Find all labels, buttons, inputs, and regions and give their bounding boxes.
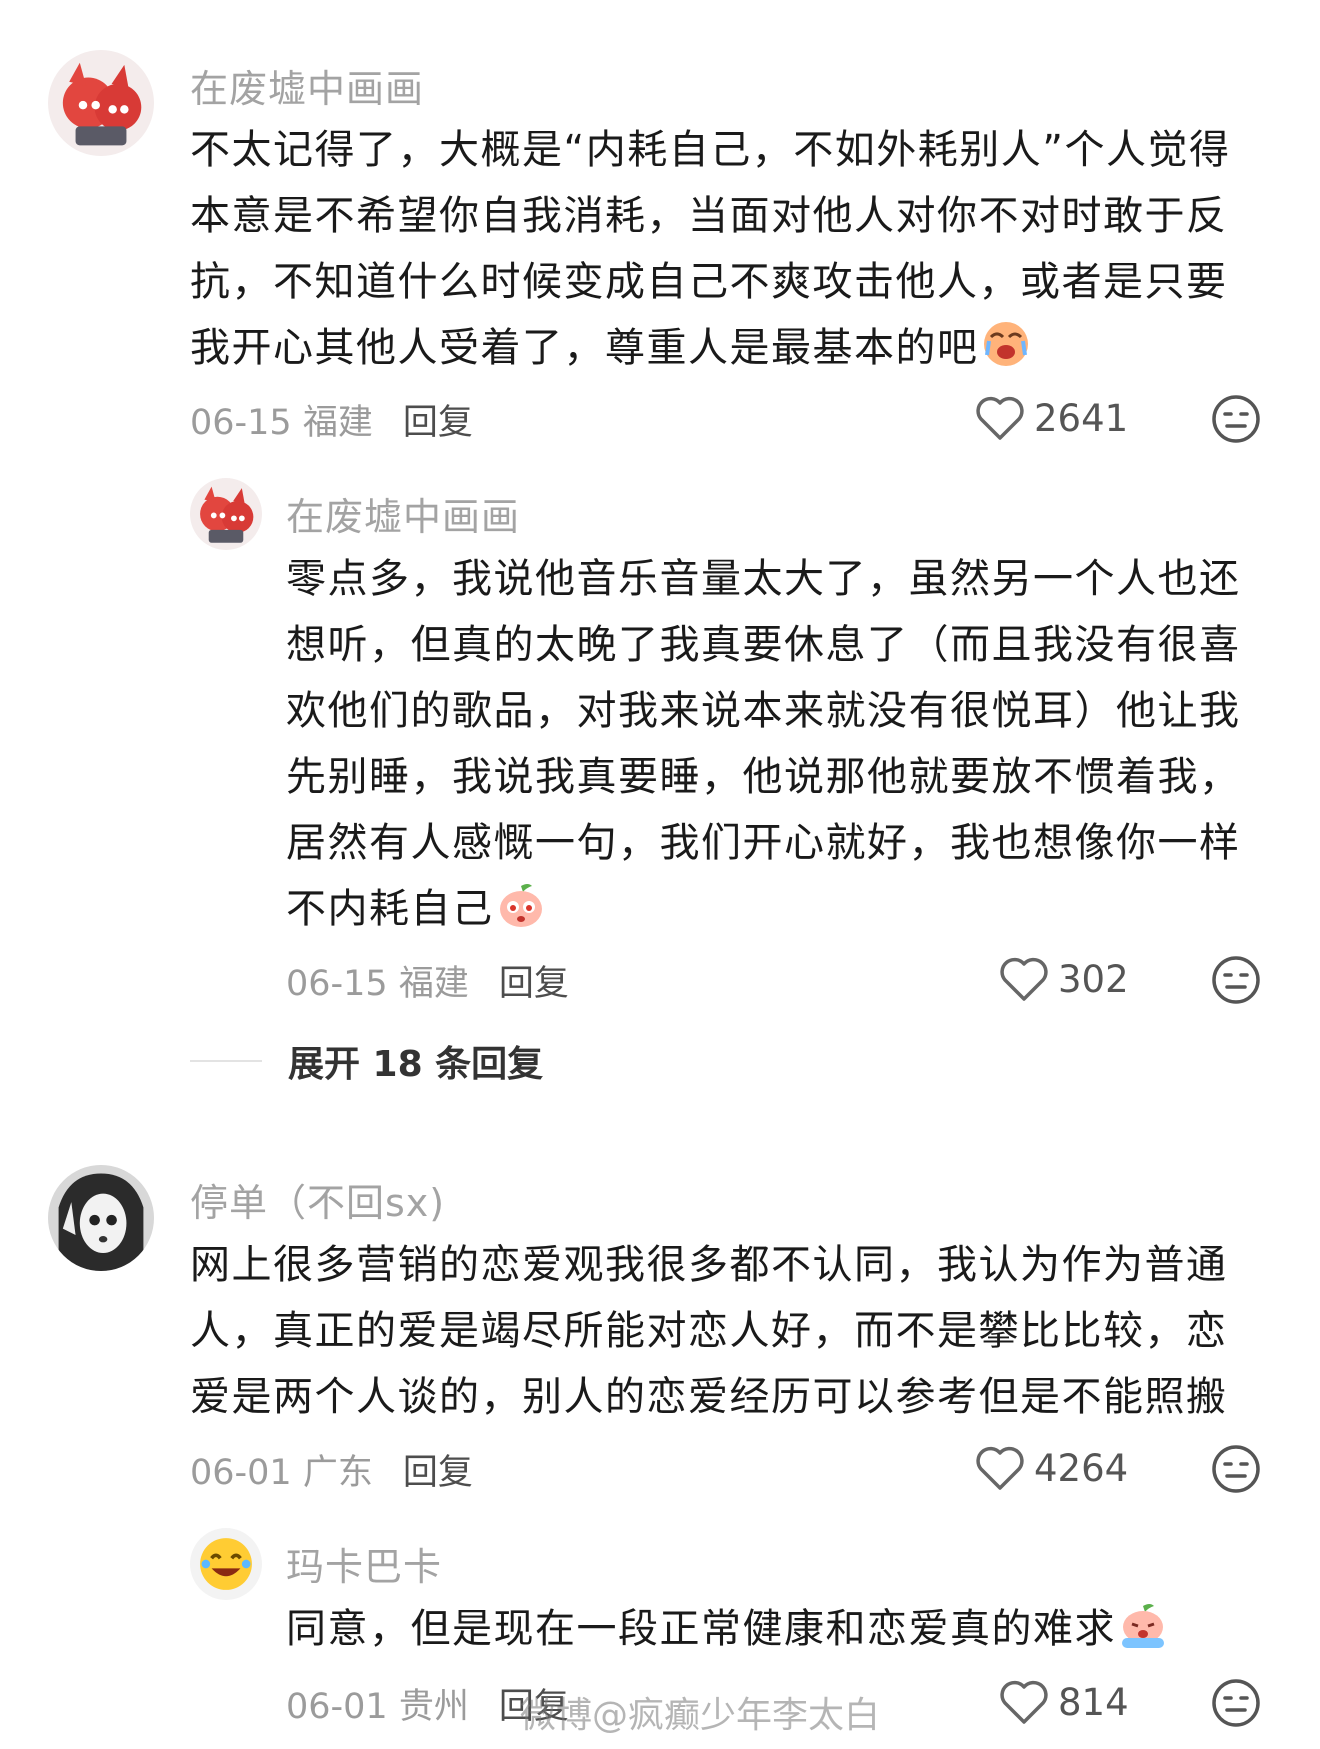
comment-text: 不太记得了，大概是“内耗自己，不如外耗别人”个人觉得本意是不希望你自我消耗，当面… [190, 117, 1260, 381]
meh-face-icon [1212, 1445, 1260, 1493]
reply-button[interactable]: 回复 [403, 1453, 473, 1493]
comment-text-body: 不太记得了，大概是“内耗自己，不如外耗别人”个人觉得本意是不希望你自我消耗，当面… [190, 127, 1231, 371]
like-count: 2641 [1034, 396, 1129, 440]
anime-avatar-icon [48, 50, 154, 156]
laughing-emoji-avatar-icon [190, 1528, 262, 1600]
expand-replies-label: 展开 18 条回复 [288, 1044, 544, 1085]
date-location: 06-01 广东 [190, 1453, 373, 1493]
date-location: 06-15 福建 [286, 964, 469, 1004]
reply-button[interactable]: 回复 [403, 403, 473, 443]
anime-avatar-icon [190, 478, 262, 550]
comment-text: 同意，但是现在一段正常健康和恋爱真的难求 [286, 1596, 1266, 1662]
like-count: 4264 [1034, 1446, 1129, 1490]
monochrome-girl-avatar-icon [48, 1165, 154, 1271]
comment-meta: 06-15 福建 回复 [190, 394, 473, 445]
like-count: 302 [1058, 957, 1129, 1001]
heart-icon [976, 1446, 1024, 1490]
like-button[interactable]: 2641 [974, 394, 1128, 442]
divider [190, 1060, 262, 1062]
dislike-button[interactable] [1210, 393, 1262, 445]
date-location: 06-01 贵州 [286, 1687, 469, 1727]
comment-text: 零点多，我说他音乐音量太大了，虽然另一个人也还想听，但真的太晚了我真要休息了（而… [286, 546, 1266, 942]
heart-icon [976, 396, 1024, 440]
comment-text-body: 零点多，我说他音乐音量太大了，虽然另一个人也还想听，但真的太晚了我真要休息了（而… [286, 556, 1241, 932]
weibo-watermark: 微博@疯癫少年李太白 [520, 1695, 881, 1736]
heart-icon [1000, 957, 1048, 1001]
username[interactable]: 在废墟中画画 [190, 58, 424, 113]
dislike-button[interactable] [1210, 1443, 1262, 1495]
comment-text-body: 网上很多营销的恋爱观我很多都不认同，我认为作为普通人，真正的爱是竭尽所能对恋人好… [190, 1242, 1228, 1420]
meh-face-icon [1212, 395, 1260, 443]
comment-text: 网上很多营销的恋爱观我很多都不认同，我认为作为普通人，真正的爱是竭尽所能对恋人好… [190, 1232, 1260, 1430]
reply-button[interactable]: 回复 [499, 964, 569, 1004]
comment-text-body: 同意，但是现在一段正常健康和恋爱真的难求 [286, 1606, 1116, 1652]
username[interactable]: 停单（不回sx) [190, 1172, 445, 1227]
avatar[interactable] [48, 50, 154, 156]
like-button[interactable]: 4264 [974, 1444, 1128, 1492]
date-location: 06-15 福建 [190, 403, 373, 443]
dislike-button[interactable] [1210, 1677, 1262, 1729]
avatar[interactable] [48, 1165, 154, 1271]
like-button[interactable]: 302 [998, 955, 1129, 1003]
meh-face-icon [1212, 956, 1260, 1004]
username[interactable]: 玛卡巴卡 [286, 1536, 442, 1591]
sobbing-peach-emoji-icon [1118, 1600, 1168, 1650]
crying-face-emoji-icon [981, 319, 1031, 369]
heart-icon [1000, 1680, 1048, 1724]
like-count: 814 [1058, 1680, 1129, 1724]
meh-face-icon [1212, 1679, 1260, 1727]
expand-replies-button[interactable]: 展开 18 条回复 [190, 1035, 543, 1087]
comment-meta: 06-01 广东 回复 [190, 1444, 473, 1495]
username[interactable]: 在废墟中画画 [286, 486, 520, 541]
comment-meta: 06-15 福建 回复 [286, 955, 569, 1006]
avatar[interactable] [190, 478, 262, 550]
like-button[interactable]: 814 [998, 1678, 1129, 1726]
avatar[interactable] [190, 1528, 262, 1600]
pleading-peach-emoji-icon [496, 880, 546, 930]
dislike-button[interactable] [1210, 954, 1262, 1006]
